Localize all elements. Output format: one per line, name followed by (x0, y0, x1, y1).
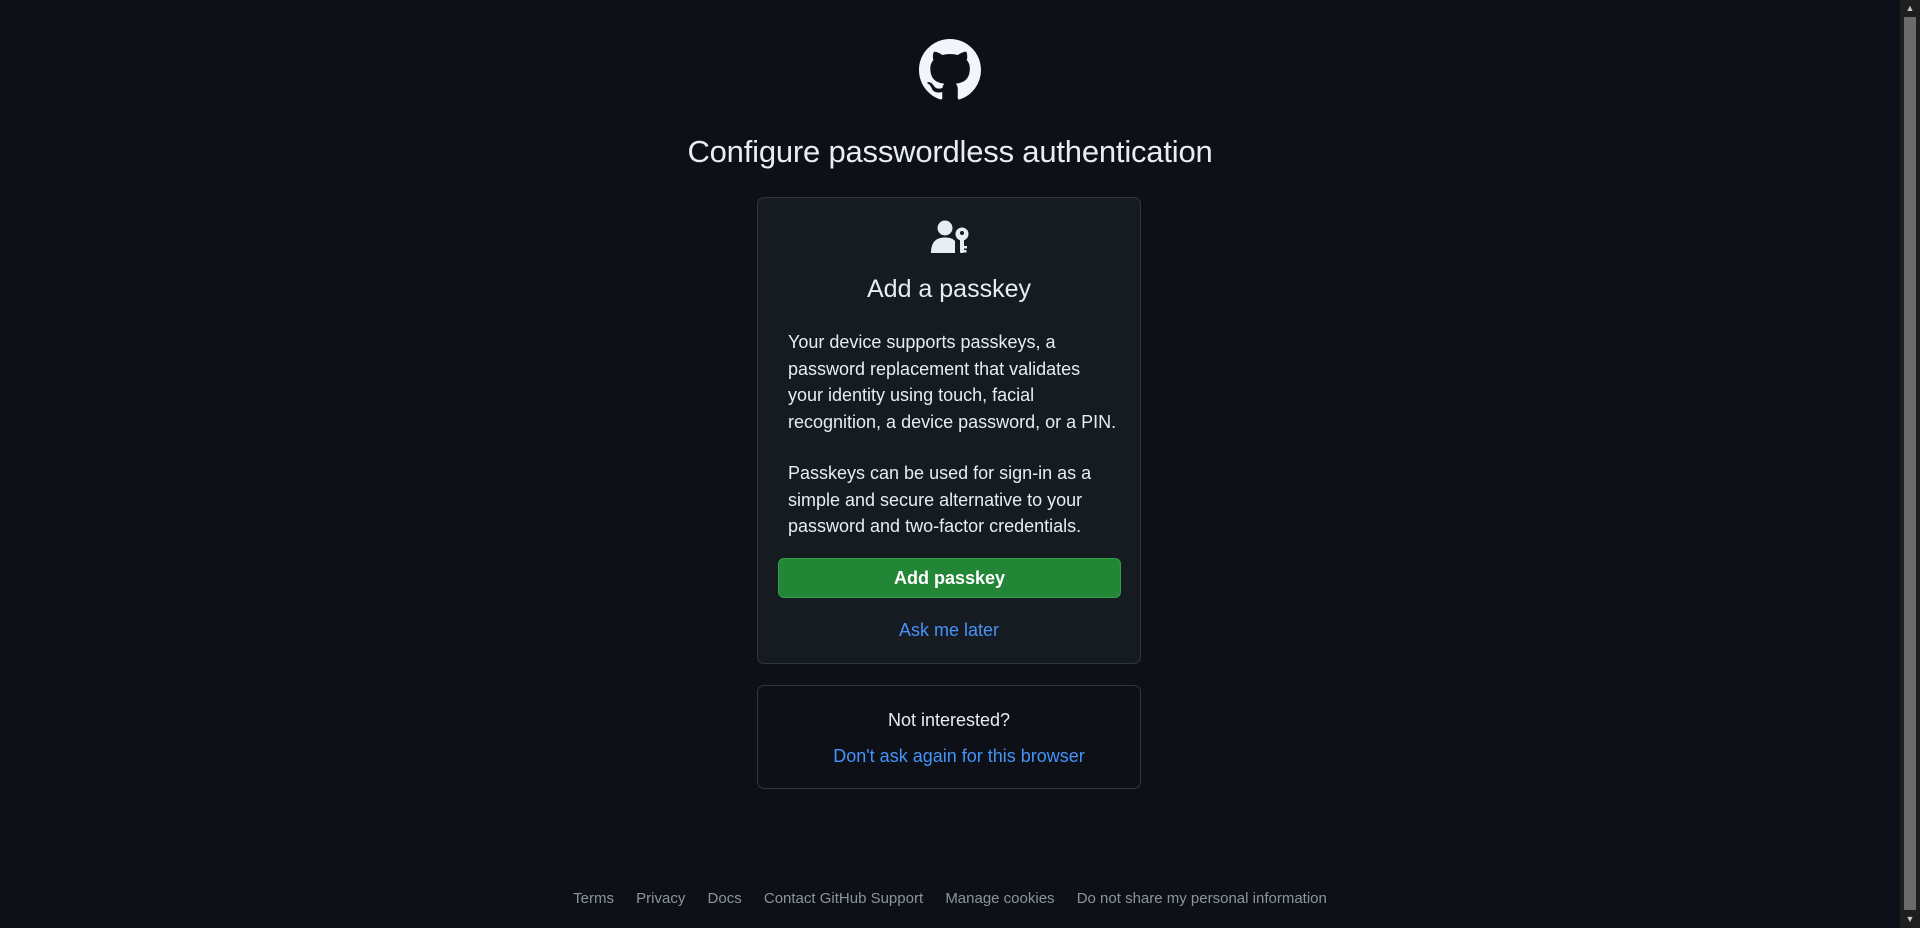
ask-me-later-link[interactable]: Ask me later (758, 620, 1140, 641)
footer-link-do-not-share[interactable]: Do not share my personal information (1077, 890, 1327, 907)
add-passkey-card: Add a passkey Your device supports passk… (757, 197, 1141, 664)
page-title: Configure passwordless authentication (687, 134, 1213, 169)
footer-link-contact-support[interactable]: Contact GitHub Support (764, 890, 923, 907)
passkey-icon (931, 220, 971, 254)
footer-link-manage-cookies[interactable]: Manage cookies (945, 890, 1054, 907)
add-passkey-button[interactable]: Add passkey (778, 558, 1121, 598)
dont-ask-again-link[interactable]: Don't ask again for this browser (778, 746, 1140, 767)
page-viewport: Configure passwordless authentication Ad… (0, 0, 1900, 928)
not-interested-card: Not interested? Don't ask again for this… (757, 685, 1141, 789)
passkey-benefits: Passkeys can be used for sign-in as a si… (788, 463, 1092, 536)
scrollbar-thumb[interactable] (1904, 17, 1916, 910)
github-logo-icon[interactable] (919, 39, 981, 101)
footer-link-privacy[interactable]: Privacy (636, 890, 685, 907)
passkey-description: Your device supports passkeys, a passwor… (788, 332, 1117, 432)
vertical-scrollbar[interactable]: ▲ ▼ (1900, 0, 1920, 928)
card-title: Add a passkey (867, 275, 1031, 303)
scroll-down-arrow-icon[interactable]: ▼ (1900, 911, 1920, 928)
footer-link-terms[interactable]: Terms (573, 890, 614, 907)
not-interested-heading: Not interested? (887, 710, 1011, 730)
footer-link-docs[interactable]: Docs (708, 890, 742, 907)
scroll-up-arrow-icon[interactable]: ▲ (1900, 0, 1920, 17)
footer: Terms Privacy Docs Contact GitHub Suppor… (0, 890, 1900, 907)
